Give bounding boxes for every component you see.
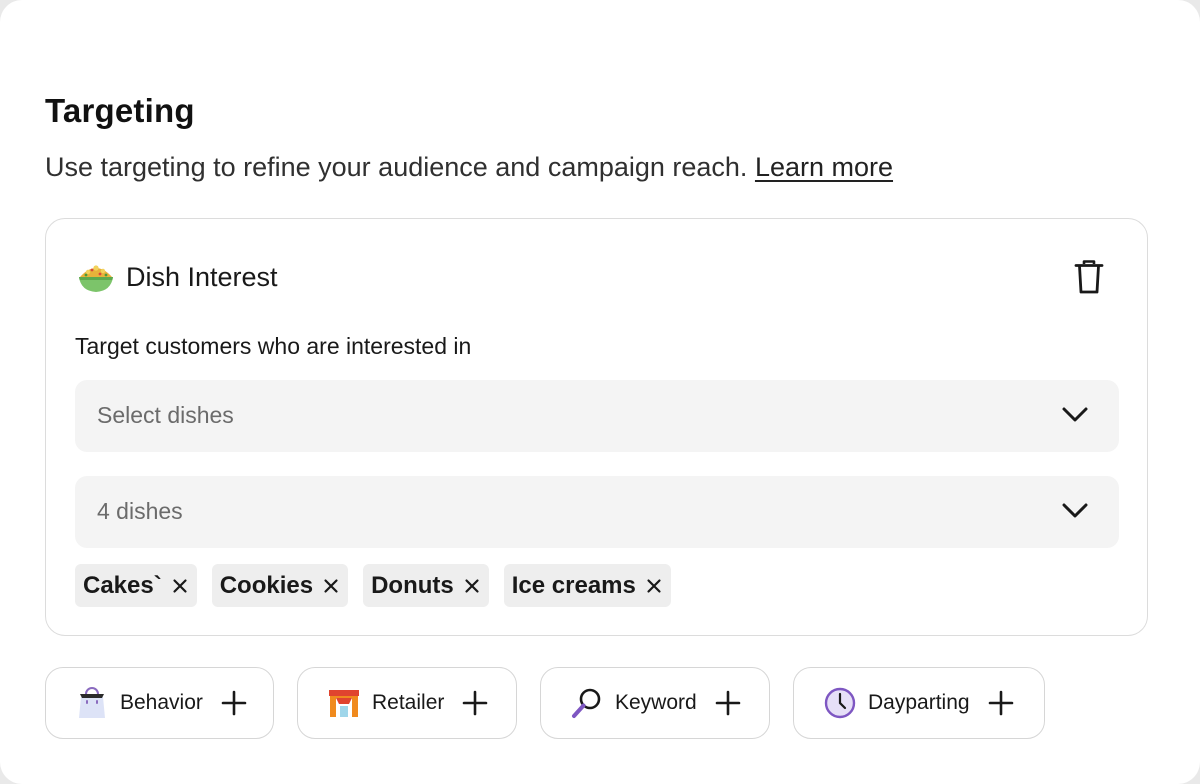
- option-label: Retailer: [372, 691, 445, 714]
- page-title: Targeting: [45, 92, 195, 129]
- targeting-panel: Targeting Use targeting to refine your a…: [0, 0, 1200, 784]
- dish-chip: Cakes`: [75, 564, 197, 607]
- magnifier-icon: [572, 688, 601, 718]
- selected-dish-chips: Cakes` Cookies Donuts Ice creams: [75, 564, 671, 607]
- option-label: Keyword: [615, 691, 697, 714]
- card-header: Dish Interest: [76, 257, 278, 297]
- dish-chip: Ice creams: [503, 564, 671, 607]
- trash-icon[interactable]: [1073, 259, 1105, 295]
- chip-label: Cakes`: [83, 571, 162, 599]
- select-dishes-placeholder: Select dishes: [97, 402, 234, 428]
- remove-chip-icon[interactable]: [323, 578, 339, 594]
- learn-more-link[interactable]: Learn more: [755, 152, 893, 182]
- select-dishes-dropdown[interactable]: Select dishes: [75, 380, 1119, 452]
- chip-label: Donuts: [371, 571, 454, 599]
- dish-chip: Cookies: [211, 564, 349, 607]
- plus-icon: [221, 690, 247, 716]
- plus-icon: [715, 690, 741, 716]
- plus-icon: [463, 690, 488, 716]
- chip-label: Ice creams: [511, 571, 636, 599]
- remove-chip-icon[interactable]: [464, 578, 480, 594]
- dish-chip: Donuts: [363, 564, 489, 607]
- dish-interest-card: Dish Interest Target customers who are i…: [45, 218, 1148, 636]
- selected-dishes-summary: 4 dishes: [97, 498, 183, 524]
- plus-icon: [988, 690, 1013, 716]
- add-targeting-options: Behavior Retailer Keyword Dayparting: [45, 667, 1045, 739]
- subtitle-text: Use targeting to refine your audience an…: [45, 152, 748, 182]
- add-dayparting-button[interactable]: Dayparting: [793, 667, 1045, 739]
- card-title: Dish Interest: [126, 261, 278, 292]
- salad-bowl-icon: [79, 265, 113, 292]
- add-behavior-button[interactable]: Behavior: [45, 667, 274, 739]
- shopping-bag-icon: [79, 687, 105, 718]
- chip-label: Cookies: [219, 571, 314, 599]
- page-subtitle: Use targeting to refine your audience an…: [45, 152, 893, 183]
- option-label: Behavior: [120, 691, 203, 714]
- option-label: Dayparting: [868, 691, 970, 714]
- chevron-down-icon: [1062, 407, 1088, 422]
- add-retailer-button[interactable]: Retailer: [297, 667, 517, 739]
- storefront-icon: [329, 690, 359, 717]
- clock-icon: [824, 687, 856, 719]
- remove-chip-icon[interactable]: [172, 578, 188, 594]
- add-keyword-button[interactable]: Keyword: [540, 667, 770, 739]
- remove-chip-icon[interactable]: [646, 578, 662, 594]
- targeting-prompt: Target customers who are interested in: [75, 333, 472, 359]
- chevron-down-icon: [1062, 503, 1088, 518]
- selected-dishes-dropdown[interactable]: 4 dishes: [75, 476, 1119, 548]
